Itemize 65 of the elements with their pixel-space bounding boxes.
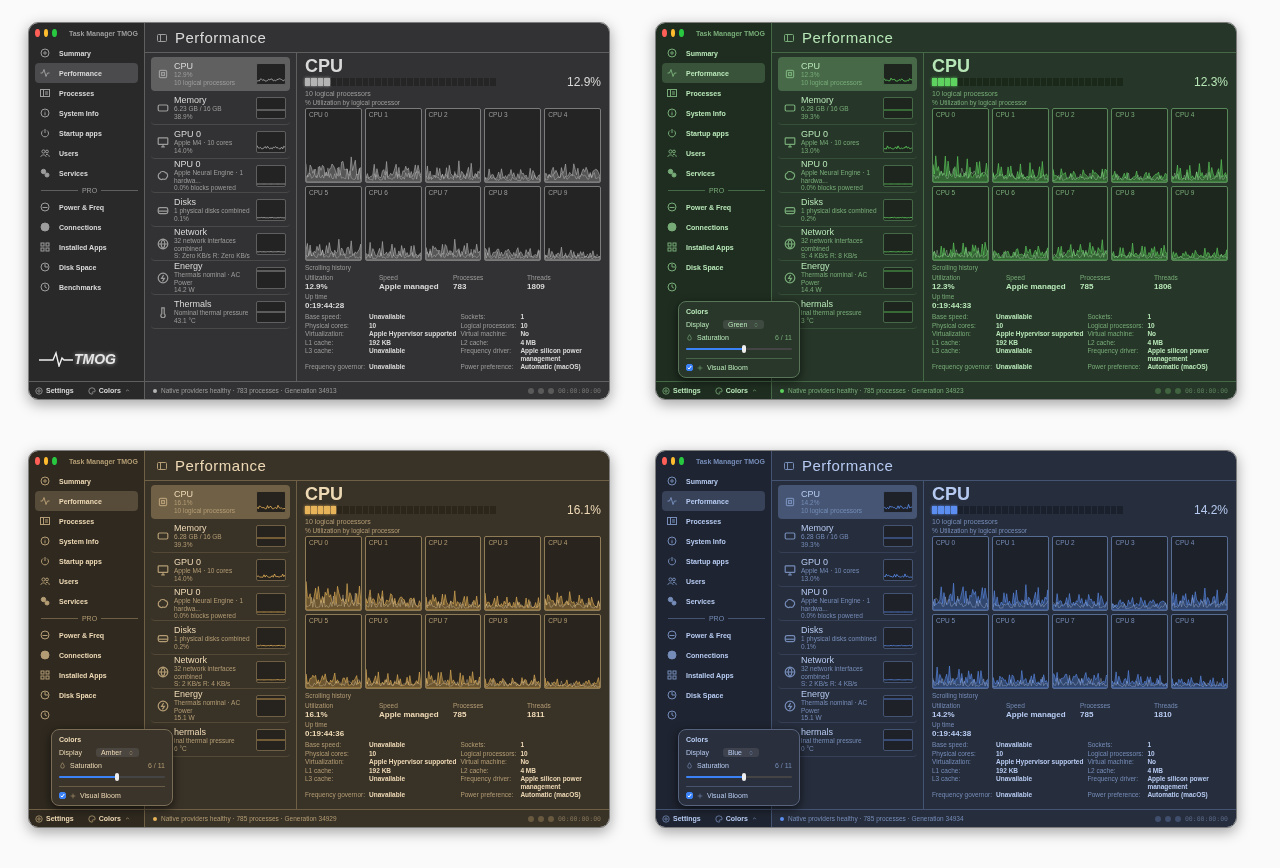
device-title: CPU	[305, 57, 344, 75]
device-name: GPU 0	[174, 557, 202, 567]
device-name: CPU	[801, 489, 821, 499]
stat-value: 783	[453, 282, 468, 291]
page-title: Performance	[175, 29, 267, 46]
device-name: CPU	[801, 61, 821, 71]
device-name: Network	[174, 655, 208, 666]
device-name: Energy	[801, 261, 830, 272]
stat-value: 785	[1080, 710, 1095, 719]
device-name: NPU 0	[801, 159, 829, 170]
stat-value: 12.3%	[932, 282, 956, 291]
usage-reading: 12.9%	[566, 75, 601, 89]
device-name: GPU 0	[801, 557, 829, 567]
device-name: hermals	[801, 299, 834, 309]
device-name: Energy	[174, 261, 203, 272]
device-name: NPU 0	[801, 587, 829, 598]
device-name: Disks	[801, 197, 824, 207]
device-name: NPU 0	[174, 159, 202, 170]
usage-reading: 14.2%	[1193, 503, 1228, 517]
device-title: CPU	[932, 57, 971, 75]
logo: TMOG	[74, 351, 116, 367]
stat-value: Apple managed	[1006, 282, 1067, 291]
device-name: Network	[801, 655, 835, 666]
device-name: GPU 0	[801, 129, 829, 139]
device-name: Memory	[801, 95, 835, 105]
device-name: Disks	[174, 625, 197, 635]
device-name: hermals	[174, 727, 207, 737]
device-name: Network	[174, 227, 208, 238]
device-name: Thermals	[174, 299, 213, 309]
stat-value: 1806	[1154, 282, 1173, 291]
stat-value: Apple managed	[379, 282, 440, 291]
stat-value: 0:19:44:28	[305, 301, 346, 310]
stat-value: 785	[1080, 282, 1095, 291]
device-title: CPU	[305, 485, 344, 503]
stat-value: 1810	[1154, 710, 1173, 719]
device-name: Energy	[801, 689, 830, 700]
stat-value: Apple managed	[379, 710, 440, 719]
stat-value: 0:19:44:38	[932, 729, 973, 738]
device-name: hermals	[801, 727, 834, 737]
stat-value: 785	[453, 710, 468, 719]
device-title: CPU	[932, 485, 971, 503]
device-name: Network	[801, 227, 835, 238]
device-name: Disks	[174, 197, 197, 207]
stat-value: 1809	[527, 282, 546, 291]
device-name: Disks	[801, 625, 824, 635]
stat-value: 14.2%	[932, 710, 956, 719]
device-name: GPU 0	[174, 129, 202, 139]
device-name: Memory	[174, 95, 208, 105]
device-name: CPU	[174, 61, 194, 71]
page-title: Performance	[175, 457, 267, 474]
page-title: Performance	[802, 29, 894, 46]
device-name: NPU 0	[174, 587, 202, 598]
stat-value: 0:19:44:36	[305, 729, 346, 738]
stat-value: Apple managed	[1006, 710, 1067, 719]
stat-value: 16.1%	[305, 710, 329, 719]
device-name: CPU	[174, 489, 194, 499]
device-name: Energy	[174, 689, 203, 700]
device-name: Memory	[801, 523, 835, 533]
stat-value: 1811	[527, 710, 546, 719]
stat-value: 0:19:44:33	[932, 301, 973, 310]
usage-reading: 16.1%	[566, 503, 601, 517]
usage-reading: 12.3%	[1193, 75, 1228, 89]
stat-value: 12.9%	[305, 282, 329, 291]
device-name: Memory	[174, 523, 208, 533]
page-title: Performance	[802, 457, 894, 474]
